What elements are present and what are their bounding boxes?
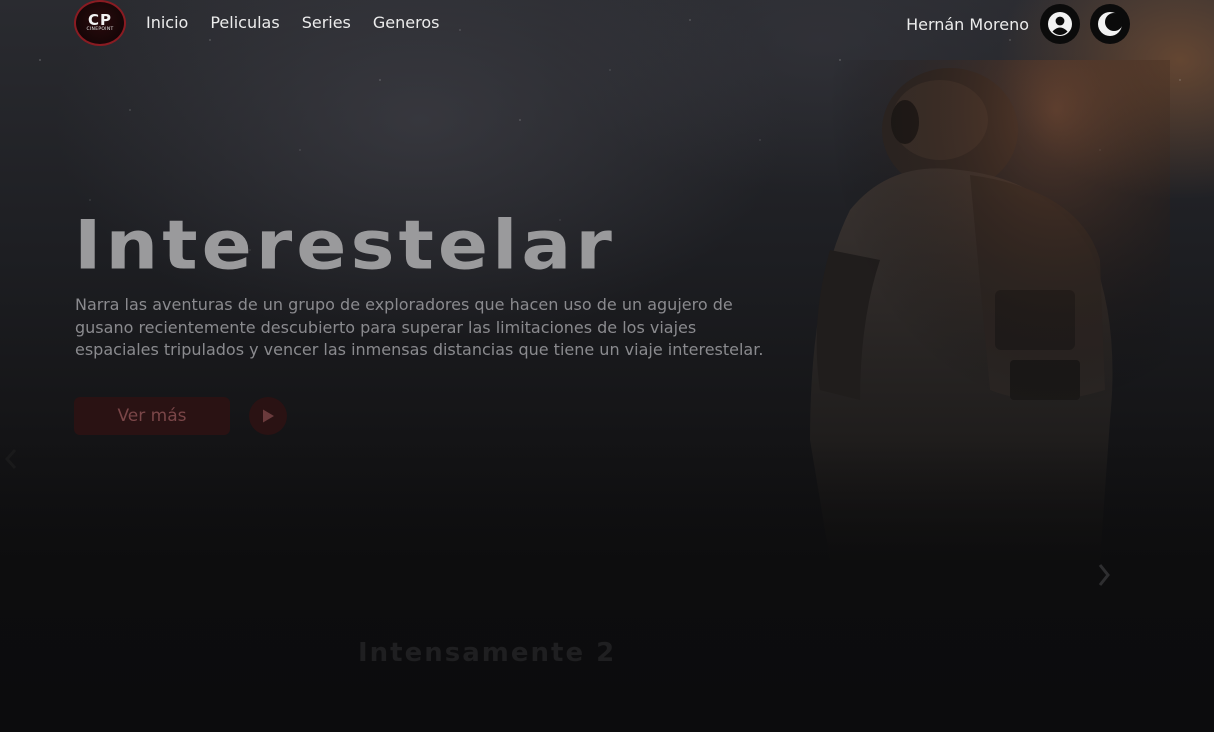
- nav-item-generos[interactable]: Generos: [373, 13, 440, 32]
- nav-item-peliculas[interactable]: Peliculas: [210, 13, 279, 32]
- hero-title: Interestelar: [74, 205, 616, 285]
- main-nav: Inicio Peliculas Series Generos: [146, 13, 439, 32]
- next-slide-title: Intensamente 2: [358, 638, 617, 668]
- nav-item-series[interactable]: Series: [302, 13, 351, 32]
- user-name[interactable]: Hernán Moreno: [906, 15, 1029, 34]
- profile-button[interactable]: [1040, 4, 1080, 44]
- logo-text: CINEPOINT: [86, 27, 114, 32]
- hero-description: Narra las aventuras de un grupo de explo…: [75, 295, 764, 359]
- top-navbar: CP CINEPOINT Inicio Peliculas Series Gen…: [0, 0, 1214, 46]
- user-icon: [1048, 12, 1072, 36]
- play-icon: [263, 409, 274, 423]
- brand-logo[interactable]: CP CINEPOINT: [74, 0, 126, 46]
- ver-mas-button[interactable]: Ver más: [74, 397, 230, 435]
- theme-toggle-button[interactable]: [1090, 4, 1130, 44]
- hero-page: CP CINEPOINT Inicio Peliculas Series Gen…: [0, 0, 1214, 732]
- play-button[interactable]: [249, 397, 287, 435]
- bottom-fade: [0, 440, 1214, 732]
- logo-mark: CP: [87, 11, 112, 29]
- chevron-right-icon[interactable]: [1096, 562, 1112, 588]
- user-area: Hernán Moreno: [906, 4, 1130, 44]
- nav-item-inicio[interactable]: Inicio: [146, 13, 188, 32]
- moon-icon: [1098, 12, 1123, 36]
- chevron-left-icon[interactable]: [4, 448, 18, 470]
